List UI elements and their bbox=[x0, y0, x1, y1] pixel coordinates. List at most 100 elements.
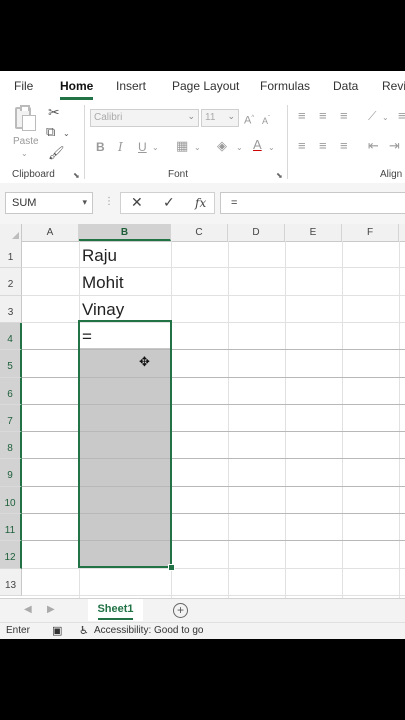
row-header-8[interactable]: 8 bbox=[0, 432, 22, 459]
dialog-launcher-icon[interactable]: ⬊ bbox=[73, 171, 80, 180]
column-header-f[interactable]: F bbox=[342, 224, 399, 241]
row-header-3[interactable]: 3 bbox=[0, 296, 22, 323]
macro-recorder-icon[interactable]: ▣ bbox=[52, 624, 62, 637]
font-color-dropdown-icon[interactable]: ⌄ bbox=[268, 141, 275, 155]
bold-button[interactable]: B bbox=[96, 140, 105, 154]
align-bottom-icon[interactable]: ≡ bbox=[340, 109, 348, 123]
cell-b4[interactable]: = bbox=[82, 327, 92, 347]
font-size-value: 11 bbox=[205, 112, 216, 123]
tab-home[interactable]: Home bbox=[60, 79, 93, 93]
formula-input-value: = bbox=[231, 197, 238, 209]
accessibility-status[interactable]: Accessibility: Good to go bbox=[94, 625, 204, 636]
gridline bbox=[22, 295, 405, 296]
increase-font-icon[interactable]: A^ bbox=[244, 111, 254, 128]
copy-icon[interactable]: ⧉ bbox=[46, 125, 55, 139]
scroll-sheets-left-icon[interactable]: ◀ bbox=[24, 604, 32, 615]
status-bar: Enter ▣ ♿ Accessibility: Good to go bbox=[0, 622, 405, 639]
sheet-tab-bar: ◀ ▶ Sheet1 + bbox=[0, 598, 405, 623]
fill-handle[interactable] bbox=[168, 564, 175, 571]
name-box-value: SUM bbox=[12, 197, 37, 209]
excel-window: File Home Insert Page Layout Formulas Da… bbox=[0, 71, 405, 639]
row-header-4[interactable]: 4 bbox=[0, 323, 22, 350]
row-header-10[interactable]: 10 bbox=[0, 487, 22, 514]
fill-color-dropdown-icon[interactable]: ⌄ bbox=[236, 141, 243, 155]
wrap-text-icon[interactable]: ≡ bbox=[398, 109, 405, 123]
align-right-icon[interactable]: ≡ bbox=[340, 139, 348, 153]
row-header-9[interactable]: 9 bbox=[0, 459, 22, 487]
column-header-b[interactable]: B bbox=[79, 224, 171, 241]
row-header-2[interactable]: 2 bbox=[0, 268, 22, 296]
copy-dropdown-icon[interactable]: ⌄ bbox=[63, 127, 70, 141]
align-middle-icon[interactable]: ≡ bbox=[319, 109, 327, 123]
paste-sheet-icon bbox=[22, 115, 36, 131]
tab-data[interactable]: Data bbox=[333, 79, 358, 93]
column-header-c[interactable]: C bbox=[171, 224, 228, 241]
active-tab-indicator bbox=[60, 97, 93, 100]
tab-review[interactable]: Revi bbox=[382, 79, 405, 93]
selection-border bbox=[78, 320, 172, 568]
orientation-dropdown-icon[interactable]: ⌄ bbox=[382, 111, 389, 125]
cut-icon[interactable]: ✂ bbox=[48, 105, 60, 119]
decrease-font-icon[interactable]: Aˇ bbox=[262, 112, 270, 128]
select-all-corner[interactable] bbox=[0, 224, 22, 241]
fill-color-icon[interactable]: ◈ bbox=[217, 139, 227, 153]
worksheet-grid[interactable]: A B C D E F 1 2 3 4 5 6 7 8 9 10 11 12 13 Raju Mohit… bbox=[0, 224, 405, 598]
formula-buttons: ✕ ✓ fx bbox=[120, 192, 215, 214]
group-label-clipboard: Clipboard bbox=[12, 169, 55, 180]
move-cursor-icon: ✥ bbox=[139, 354, 150, 369]
sheet-tab-sheet1[interactable]: Sheet1 bbox=[88, 599, 143, 621]
add-sheet-icon[interactable]: + bbox=[173, 603, 188, 618]
resize-handle-icon[interactable]: ⋮ bbox=[104, 196, 114, 207]
borders-icon[interactable]: ▦ bbox=[176, 139, 188, 153]
enter-check-icon[interactable]: ✓ bbox=[163, 194, 175, 211]
italic-button[interactable]: I bbox=[118, 140, 123, 154]
font-color-button[interactable]: A bbox=[253, 138, 262, 152]
format-painter-icon[interactable]: 🖌 bbox=[48, 146, 65, 160]
decrease-indent-icon[interactable]: ⇤ bbox=[368, 139, 379, 153]
group-label-font: Font bbox=[168, 169, 189, 180]
font-size-combo[interactable]: 11 ⌄ bbox=[201, 109, 239, 127]
scroll-sheets-right-icon[interactable]: ▶ bbox=[47, 604, 55, 615]
column-header-e[interactable]: E bbox=[285, 224, 342, 241]
gridline bbox=[22, 267, 405, 268]
underline-dropdown-icon[interactable]: ⌄ bbox=[152, 141, 159, 155]
row-header-5[interactable]: 5 bbox=[0, 350, 22, 378]
tab-file[interactable]: File bbox=[14, 79, 33, 93]
chevron-down-icon: ▾ bbox=[82, 197, 87, 207]
tab-insert[interactable]: Insert bbox=[116, 79, 146, 93]
column-headers: A B C D E F bbox=[0, 224, 405, 242]
font-name-combo[interactable]: Calibri ⌄ bbox=[90, 109, 199, 127]
cell-b1[interactable]: Raju bbox=[82, 246, 117, 266]
insert-function-icon[interactable]: fx bbox=[195, 196, 206, 210]
row-header-7[interactable]: 7 bbox=[0, 405, 22, 432]
align-center-icon[interactable]: ≡ bbox=[319, 139, 327, 153]
name-box[interactable]: SUM ▾ bbox=[5, 192, 93, 214]
row-header-12[interactable]: 12 bbox=[0, 541, 22, 569]
row-header-6[interactable]: 6 bbox=[0, 378, 22, 405]
cell-b3[interactable]: Vinay bbox=[82, 300, 124, 320]
dialog-launcher-icon[interactable]: ⬊ bbox=[276, 171, 283, 180]
tab-page-layout[interactable]: Page Layout bbox=[172, 79, 239, 93]
group-label-alignment: Align bbox=[380, 169, 403, 180]
row-header-11[interactable]: 11 bbox=[0, 514, 22, 541]
align-left-icon[interactable]: ≡ bbox=[298, 139, 306, 153]
accessibility-icon: ♿ bbox=[79, 625, 89, 637]
chevron-down-icon: ⌄ bbox=[21, 149, 28, 158]
formula-input[interactable]: = bbox=[220, 192, 405, 214]
gridline bbox=[22, 568, 405, 569]
group-divider bbox=[287, 105, 288, 179]
tab-formulas[interactable]: Formulas bbox=[260, 79, 310, 93]
row-header-13[interactable]: 13 bbox=[0, 569, 22, 596]
column-header-d[interactable]: D bbox=[228, 224, 285, 241]
row-header-1[interactable]: 1 bbox=[0, 241, 22, 268]
font-name-value: Calibri bbox=[94, 112, 123, 123]
align-top-icon[interactable]: ≡ bbox=[298, 109, 306, 123]
cancel-icon[interactable]: ✕ bbox=[131, 194, 143, 211]
borders-dropdown-icon[interactable]: ⌄ bbox=[194, 141, 201, 155]
underline-button[interactable]: U bbox=[138, 140, 147, 154]
formula-bar: SUM ▾ ⋮ ✕ ✓ fx = bbox=[0, 183, 405, 224]
cell-b2[interactable]: Mohit bbox=[82, 273, 124, 293]
increase-indent-icon[interactable]: ⇥ bbox=[389, 139, 400, 153]
orientation-icon[interactable]: ⟋ bbox=[368, 109, 376, 123]
column-header-a[interactable]: A bbox=[22, 224, 79, 241]
